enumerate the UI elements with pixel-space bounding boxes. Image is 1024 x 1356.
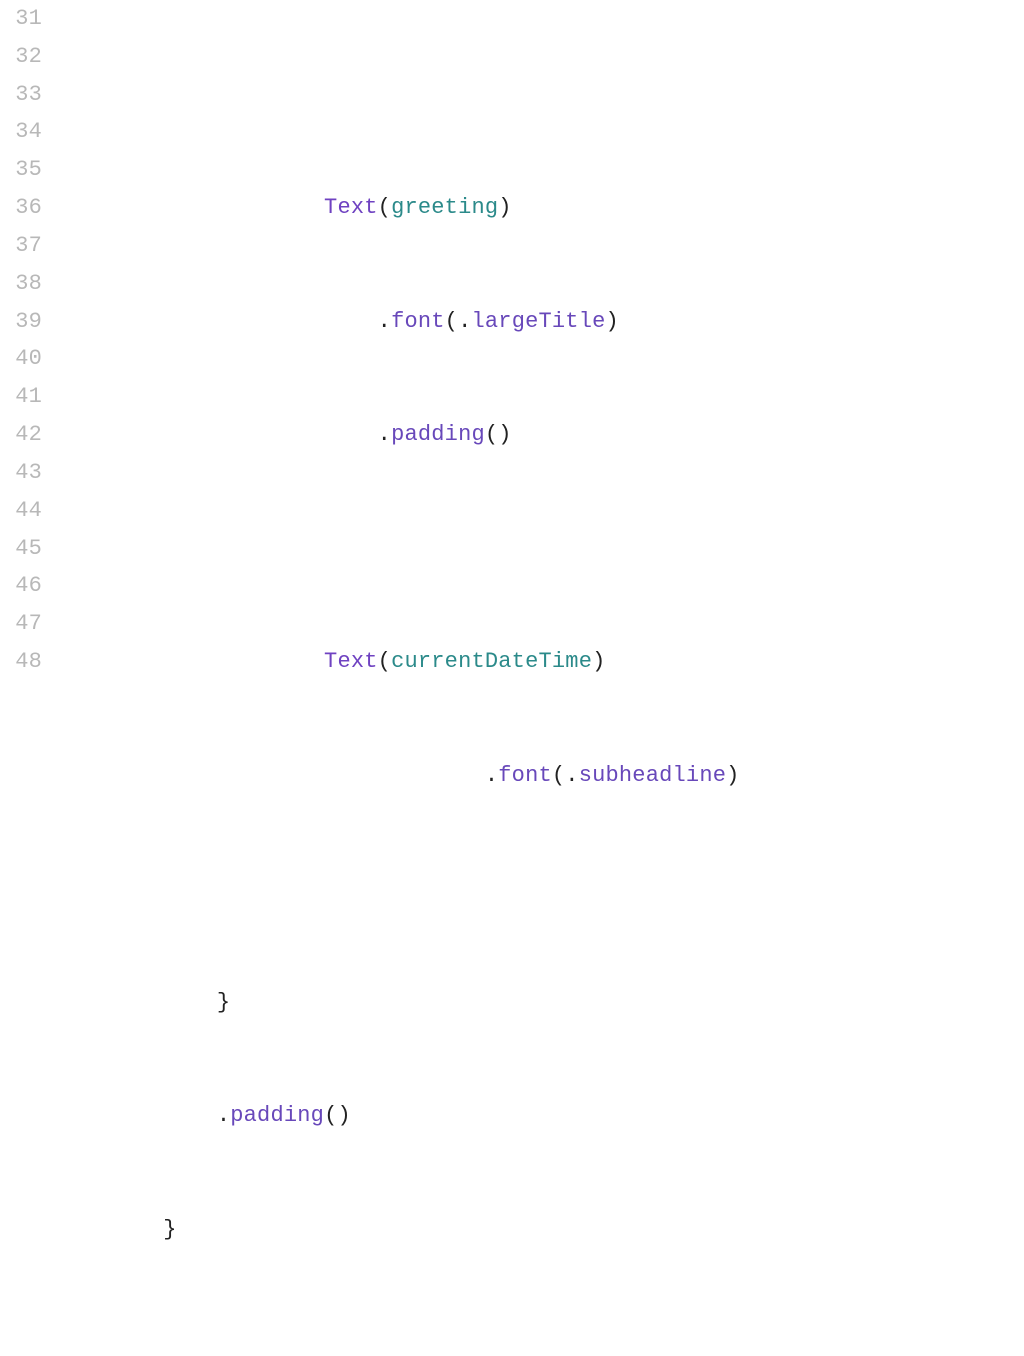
code-line: .font(.subheadline) (56, 757, 1024, 795)
code-line: } (56, 1211, 1024, 1249)
line-number: 41 (0, 378, 42, 416)
code-editor[interactable]: 313233343536373839404142434445464748 Tex… (0, 0, 1024, 678)
code-line (56, 1324, 1024, 1356)
code-line (56, 870, 1024, 908)
code-line: Text(greeting) (56, 189, 1024, 227)
type-token: Text (324, 195, 378, 220)
line-number: 45 (0, 530, 42, 568)
line-number: 33 (0, 76, 42, 114)
type-token: Text (324, 649, 378, 674)
line-number: 46 (0, 567, 42, 605)
code-area[interactable]: Text(greeting) .font(.largeTitle) .paddi… (56, 0, 1024, 678)
code-line (56, 76, 1024, 114)
line-number: 38 (0, 265, 42, 303)
code-line: .padding() (56, 1097, 1024, 1135)
line-number: 35 (0, 151, 42, 189)
method-token: font (498, 763, 552, 788)
code-line: } (56, 984, 1024, 1022)
code-line: .font(.largeTitle) (56, 303, 1024, 341)
line-number-gutter: 313233343536373839404142434445464748 (0, 0, 56, 678)
line-number: 31 (0, 0, 42, 38)
identifier-token: currentDateTime (391, 649, 592, 674)
line-number: 47 (0, 605, 42, 643)
code-line: Text(currentDateTime) (56, 643, 1024, 681)
line-number: 39 (0, 303, 42, 341)
line-number: 34 (0, 113, 42, 151)
line-number: 43 (0, 454, 42, 492)
line-number: 42 (0, 416, 42, 454)
identifier-token: greeting (391, 195, 498, 220)
line-number: 40 (0, 340, 42, 378)
line-number: 32 (0, 38, 42, 76)
line-number: 36 (0, 189, 42, 227)
method-token: padding (230, 1103, 324, 1128)
line-number: 48 (0, 643, 42, 681)
line-number: 44 (0, 492, 42, 530)
method-token: font (391, 309, 445, 334)
code-line: .padding() (56, 416, 1024, 454)
method-token: padding (391, 422, 485, 447)
line-number: 37 (0, 227, 42, 265)
code-line (56, 530, 1024, 568)
